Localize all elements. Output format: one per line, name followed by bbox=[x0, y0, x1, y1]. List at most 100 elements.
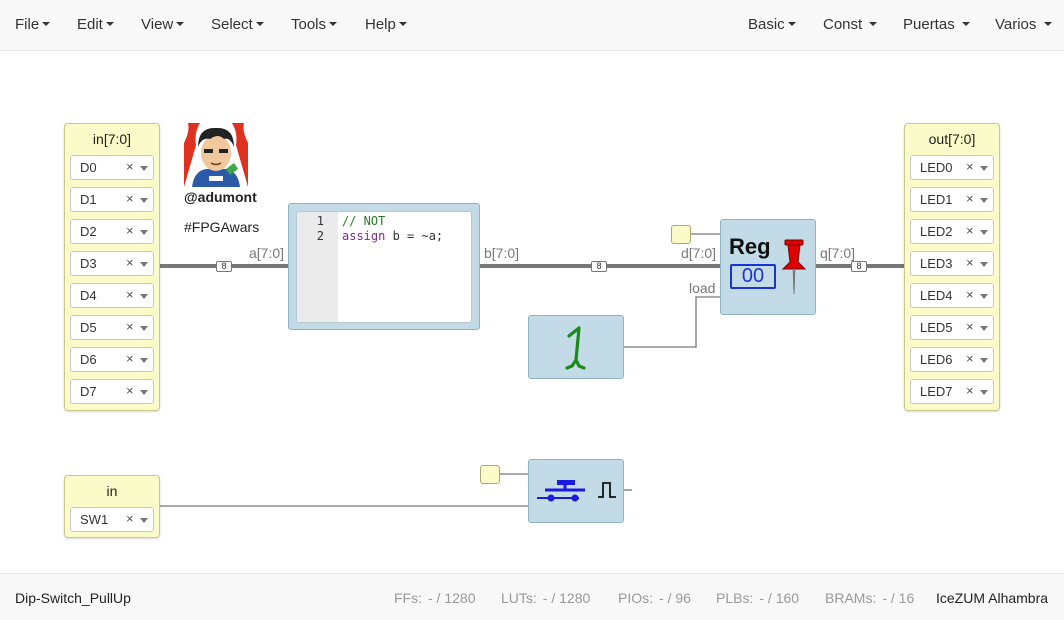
output-bus-block[interactable]: out[7:0] LED0 × LED1 × LED2 × LED3 × LED4 × L… bbox=[904, 123, 1000, 411]
code-line-1: // NOT bbox=[342, 214, 386, 228]
clear-icon[interactable]: × bbox=[966, 319, 974, 334]
pin-label: LED0 bbox=[920, 160, 953, 175]
clear-icon[interactable]: × bbox=[126, 351, 134, 366]
chevron-down-icon[interactable] bbox=[980, 390, 988, 395]
clear-icon[interactable]: × bbox=[126, 223, 134, 238]
clear-icon[interactable]: × bbox=[126, 255, 134, 270]
comment-hashtag: #FPGAwars bbox=[184, 219, 260, 235]
pin-select-led4[interactable]: LED4 × bbox=[910, 283, 994, 308]
pin-label: D0 bbox=[80, 160, 97, 175]
input-switch-block[interactable]: in SW1 × bbox=[64, 475, 160, 538]
pin-label: D5 bbox=[80, 320, 97, 335]
pin-select-led7[interactable]: LED7 × bbox=[910, 379, 994, 404]
menu-edit[interactable]: Edit bbox=[77, 16, 114, 33]
pin-select-led6[interactable]: LED6 × bbox=[910, 347, 994, 372]
code-editor[interactable]: 1 2 // NOT assign b = ~a; bbox=[296, 211, 472, 323]
stat-luts: LUTs: - / 1280 bbox=[501, 590, 590, 606]
chevron-down-icon[interactable] bbox=[980, 326, 988, 331]
pin-label: SW1 bbox=[80, 512, 109, 527]
pushbutton-block[interactable] bbox=[528, 459, 624, 523]
chevron-down-icon[interactable] bbox=[140, 326, 148, 331]
chevron-down-icon[interactable] bbox=[140, 230, 148, 235]
stat-value: - / 160 bbox=[759, 590, 800, 606]
chevron-down-icon[interactable] bbox=[980, 166, 988, 171]
chevron-down-icon[interactable] bbox=[140, 390, 148, 395]
chevron-down-icon[interactable] bbox=[980, 358, 988, 363]
chevron-down-icon[interactable] bbox=[980, 294, 988, 299]
clear-icon[interactable]: × bbox=[966, 159, 974, 174]
constant-one-block[interactable] bbox=[528, 315, 624, 379]
pin-select-led2[interactable]: LED2 × bbox=[910, 219, 994, 244]
clear-icon[interactable]: × bbox=[126, 511, 134, 526]
register-block[interactable]: Reg 00 bbox=[720, 219, 816, 315]
wire-label-a: a[7:0] bbox=[249, 245, 285, 261]
menu-puertas-label: Puertas bbox=[903, 16, 955, 33]
chevron-down-icon[interactable] bbox=[140, 198, 148, 203]
chevron-down-icon bbox=[787, 22, 796, 26]
pin-select-d7[interactable]: D7 × bbox=[70, 379, 154, 404]
clear-icon[interactable]: × bbox=[126, 159, 134, 174]
stat-value: - / 1280 bbox=[428, 590, 476, 606]
pin-select-d0[interactable]: D0 × bbox=[70, 155, 154, 180]
stat-label: PIOs: bbox=[618, 590, 654, 606]
chevron-down-icon bbox=[398, 22, 407, 26]
menu-basic[interactable]: Basic bbox=[748, 16, 796, 33]
chevron-down-icon[interactable] bbox=[980, 198, 988, 203]
pin-select-d3[interactable]: D3 × bbox=[70, 251, 154, 276]
clear-icon[interactable]: × bbox=[966, 223, 974, 238]
chevron-down-icon bbox=[105, 22, 114, 26]
chevron-down-icon[interactable] bbox=[980, 230, 988, 235]
chevron-down-icon[interactable] bbox=[140, 166, 148, 171]
pin-select-d5[interactable]: D5 × bbox=[70, 315, 154, 340]
menu-varios[interactable]: Varios bbox=[995, 16, 1052, 33]
stat-brams: BRAMs: - / 16 bbox=[825, 590, 914, 606]
pin-select-d2[interactable]: D2 × bbox=[70, 219, 154, 244]
menu-view[interactable]: View bbox=[141, 16, 185, 33]
menu-select[interactable]: Select bbox=[211, 16, 264, 33]
clear-icon[interactable]: × bbox=[966, 255, 974, 270]
pin-label: LED1 bbox=[920, 192, 953, 207]
stat-pios: PIOs: - / 96 bbox=[618, 590, 691, 606]
pin-label: D3 bbox=[80, 256, 97, 271]
clear-icon[interactable]: × bbox=[966, 287, 974, 302]
reg-clock-port[interactable] bbox=[671, 225, 691, 244]
line-gutter: 1 2 bbox=[297, 212, 338, 322]
clear-icon[interactable]: × bbox=[966, 383, 974, 398]
menu-file[interactable]: File bbox=[15, 16, 51, 33]
clear-icon[interactable]: × bbox=[966, 191, 974, 206]
status-bar: Dip-Switch_PullUp FFs: - / 1280 LUTs: - / … bbox=[0, 573, 1064, 620]
chevron-down-icon[interactable] bbox=[140, 294, 148, 299]
input-bus-block[interactable]: in[7:0] D0 × D1 × D2 × D3 × D4 × D5 × D6 × D7 × bbox=[64, 123, 160, 411]
chevron-down-icon[interactable] bbox=[140, 518, 148, 523]
clear-icon[interactable]: × bbox=[126, 383, 134, 398]
bus-width-badge: 8 bbox=[591, 261, 607, 272]
chevron-down-icon[interactable] bbox=[140, 262, 148, 267]
pin-label: LED3 bbox=[920, 256, 953, 271]
menu-bar: File Edit View Select Tools Help Basic C… bbox=[0, 0, 1064, 51]
pin-select-d6[interactable]: D6 × bbox=[70, 347, 154, 372]
chevron-down-icon[interactable] bbox=[980, 262, 988, 267]
menu-const[interactable]: Const bbox=[823, 16, 878, 33]
menu-help[interactable]: Help bbox=[365, 16, 407, 33]
board-selector[interactable]: IceZUM Alhambra bbox=[936, 590, 1048, 606]
clear-icon[interactable]: × bbox=[126, 319, 134, 334]
clear-icon[interactable]: × bbox=[126, 191, 134, 206]
register-value: 00 bbox=[730, 264, 776, 289]
pin-select-led0[interactable]: LED0 × bbox=[910, 155, 994, 180]
menu-puertas[interactable]: Puertas bbox=[903, 16, 970, 33]
wire-load[interactable] bbox=[623, 296, 721, 348]
chevron-down-icon[interactable] bbox=[140, 358, 148, 363]
menu-varios-label: Varios bbox=[995, 16, 1037, 33]
pin-select-led5[interactable]: LED5 × bbox=[910, 315, 994, 340]
button-clock-port[interactable] bbox=[480, 465, 500, 484]
pin-select-led1[interactable]: LED1 × bbox=[910, 187, 994, 212]
menu-tools[interactable]: Tools bbox=[291, 16, 338, 33]
pin-select-sw1[interactable]: SW1 × bbox=[70, 507, 154, 532]
code-block[interactable]: 1 2 // NOT assign b = ~a; bbox=[288, 203, 480, 330]
pin-select-led3[interactable]: LED3 × bbox=[910, 251, 994, 276]
clear-icon[interactable]: × bbox=[966, 351, 974, 366]
pin-select-d4[interactable]: D4 × bbox=[70, 283, 154, 308]
pin-select-d1[interactable]: D1 × bbox=[70, 187, 154, 212]
clear-icon[interactable]: × bbox=[126, 287, 134, 302]
pin-label: D7 bbox=[80, 384, 97, 399]
